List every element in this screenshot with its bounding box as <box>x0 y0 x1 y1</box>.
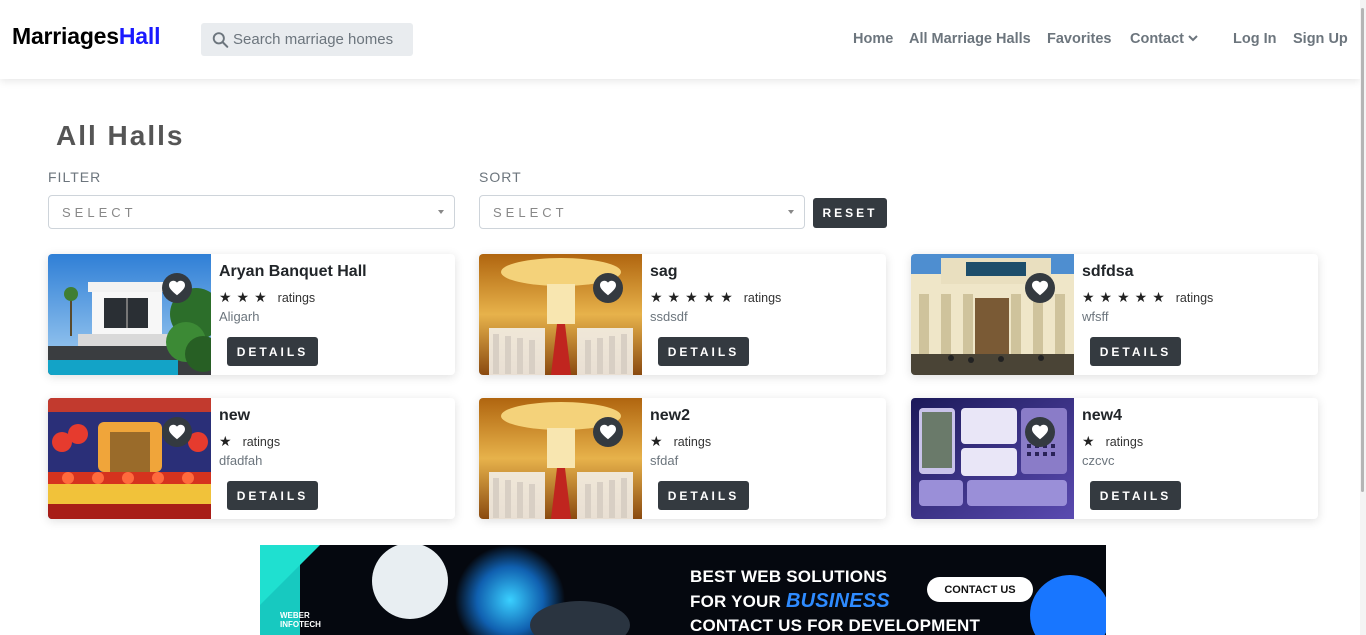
search-input[interactable] <box>233 31 413 48</box>
hall-image[interactable] <box>479 254 642 375</box>
rating-label: ratings <box>743 291 782 305</box>
heart-icon <box>169 424 185 440</box>
rating-label: ratings <box>1105 435 1144 449</box>
details-button[interactable]: DETAILS <box>1090 337 1181 366</box>
hall-card: new2 ★ ratings sfdaf DETAILS <box>479 398 886 519</box>
nav-signup[interactable]: Sign Up <box>1293 31 1348 47</box>
hall-rating: ★ ratings <box>650 433 711 450</box>
sort-label: SORT <box>479 169 522 185</box>
hall-location: czcvc <box>1082 453 1115 468</box>
banner-line-2b: BUSINESS <box>785 590 890 612</box>
hall-rating: ★ ratings <box>219 433 280 450</box>
star-rating: ★ <box>219 433 237 449</box>
sort-select-value: SELECT <box>493 204 568 220</box>
rating-label: ratings <box>1175 291 1214 305</box>
hall-name[interactable]: sag <box>650 263 678 281</box>
hall-location: sfdaf <box>650 453 679 468</box>
reset-button[interactable]: RESET <box>813 198 887 228</box>
hall-card: sdfdsa ★★★★★ ratings wfsff DETAILS <box>911 254 1318 375</box>
details-button[interactable]: DETAILS <box>227 481 318 510</box>
hall-name[interactable]: sdfdsa <box>1082 263 1134 281</box>
promo-banner[interactable]: WEBER INFOTECH BEST WEB SOLUTIONS FOR YOU… <box>260 545 1106 635</box>
heart-icon <box>1032 280 1048 296</box>
navbar: MarriagesHall Home All Marriage Halls Fa… <box>0 0 1360 79</box>
hall-rating: ★★★ ratings <box>219 289 315 306</box>
filter-select[interactable]: SELECT <box>48 195 455 229</box>
caret-down-icon <box>438 210 444 214</box>
heart-icon <box>600 424 616 440</box>
scrollbar[interactable] <box>1360 0 1366 635</box>
hall-card: new4 ★ ratings czcvc DETAILS <box>911 398 1318 519</box>
scrollbar-thumb[interactable] <box>1361 8 1364 492</box>
favorite-button[interactable] <box>1025 417 1055 447</box>
hall-image[interactable] <box>479 398 642 519</box>
nav-login[interactable]: Log In <box>1233 31 1277 47</box>
nav-favorites[interactable]: Favorites <box>1047 31 1111 47</box>
caret-down-icon <box>788 210 794 214</box>
page: MarriagesHall Home All Marriage Halls Fa… <box>0 0 1366 635</box>
favorite-button[interactable] <box>593 273 623 303</box>
sort-select[interactable]: SELECT <box>479 195 805 229</box>
details-button[interactable]: DETAILS <box>227 337 318 366</box>
hall-location: wfsff <box>1082 309 1109 324</box>
banner-logo: WEBER INFOTECH <box>280 611 321 629</box>
chevron-down-icon <box>1188 35 1198 42</box>
rating-label: ratings <box>277 291 316 305</box>
page-title: All Halls <box>56 120 185 151</box>
hall-name[interactable]: new4 <box>1082 407 1122 425</box>
hall-rating: ★★★★★ ratings <box>1082 289 1213 306</box>
heart-icon <box>600 280 616 296</box>
details-button[interactable]: DETAILS <box>658 481 749 510</box>
banner-line-2a: FOR YOUR <box>690 592 782 611</box>
hall-name[interactable]: new2 <box>650 407 690 425</box>
hall-name[interactable]: Aryan Banquet Hall <box>219 263 367 281</box>
nav-all-halls[interactable]: All Marriage Halls <box>909 31 1031 47</box>
favorite-button[interactable] <box>162 273 192 303</box>
banner-logo-line-2: INFOTECH <box>280 620 321 629</box>
favorite-button[interactable] <box>1025 273 1055 303</box>
hall-image[interactable] <box>48 398 211 519</box>
filter-label: FILTER <box>48 169 102 185</box>
banner-logo-line-1: WEBER <box>280 611 310 620</box>
search-box[interactable] <box>201 23 413 56</box>
details-button[interactable]: DETAILS <box>1090 481 1181 510</box>
hall-card: new ★ ratings dfadfah DETAILS <box>48 398 455 519</box>
filter-select-value: SELECT <box>62 204 137 220</box>
star-rating: ★★★★★ <box>1082 289 1170 305</box>
star-rating: ★ <box>1082 433 1100 449</box>
hall-card: sag ★★★★★ ratings ssdsdf DETAILS <box>479 254 886 375</box>
search-icon <box>212 31 229 48</box>
banner-line-3: CONTACT US FOR DEVELOPMENT <box>690 616 981 635</box>
star-rating: ★★★★★ <box>650 289 738 305</box>
hall-name[interactable]: new <box>219 407 250 425</box>
nav-contact-label: Contact <box>1130 31 1184 47</box>
hall-image[interactable] <box>911 254 1074 375</box>
hall-rating: ★★★★★ ratings <box>650 289 781 306</box>
favorite-button[interactable] <box>593 417 623 447</box>
star-rating: ★ <box>650 433 668 449</box>
brand-part-2: Hall <box>118 23 161 49</box>
hall-card: Aryan Banquet Hall ★★★ ratings Aligarh DE… <box>48 254 455 375</box>
rating-label: ratings <box>242 435 281 449</box>
hall-location: dfadfah <box>219 453 263 468</box>
hall-location: ssdsdf <box>650 309 688 324</box>
heart-icon <box>1032 424 1048 440</box>
hall-rating: ★ ratings <box>1082 433 1143 450</box>
hall-location: Aligarh <box>219 309 260 324</box>
nav-home[interactable]: Home <box>853 31 893 47</box>
hall-image[interactable] <box>911 398 1074 519</box>
details-button[interactable]: DETAILS <box>658 337 749 366</box>
brand-part-1: Marriages <box>12 23 119 49</box>
favorite-button[interactable] <box>162 417 192 447</box>
nav-contact-dropdown[interactable]: Contact <box>1130 31 1198 47</box>
hall-image[interactable] <box>48 254 211 375</box>
rating-label: ratings <box>673 435 712 449</box>
banner-contact-button[interactable]: CONTACT US <box>927 577 1033 602</box>
brand-logo[interactable]: MarriagesHall <box>12 23 160 50</box>
heart-icon <box>169 280 185 296</box>
star-rating: ★★★ <box>219 289 272 305</box>
